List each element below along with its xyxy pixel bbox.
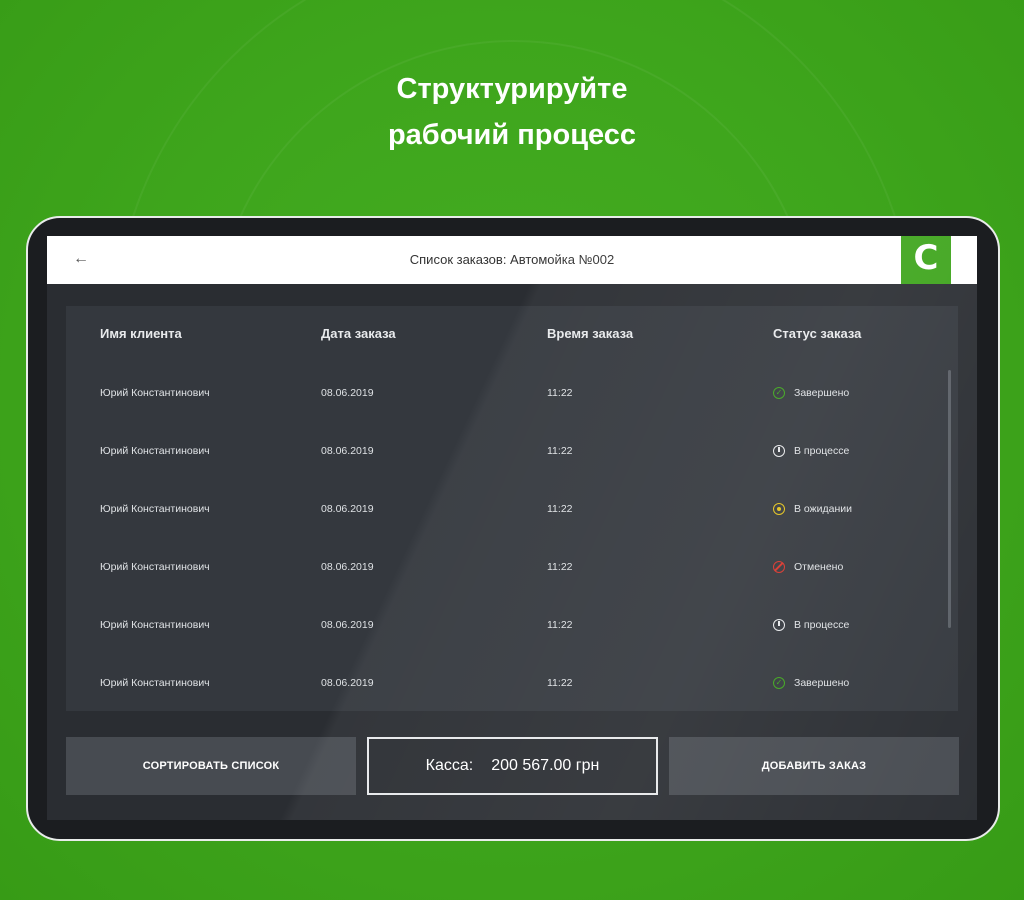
cell-client: Юрий Константинович: [100, 503, 210, 515]
cell-status: ✓ Завершено: [773, 654, 849, 712]
table-header: Имя клиента Дата заказа Время заказа Ста…: [66, 306, 958, 364]
cell-date: 08.06.2019: [321, 677, 374, 689]
cancel-circle-icon: [773, 561, 785, 573]
cell-client: Юрий Константинович: [100, 387, 210, 399]
cell-client: Юрий Константинович: [100, 677, 210, 689]
table-row[interactable]: Юрий Константинович 08.06.2019 11:22 ✓ З…: [66, 364, 946, 422]
logo-icon: C: [913, 238, 939, 278]
cell-status: В процессе: [773, 596, 849, 654]
status-label: Отменено: [794, 561, 844, 573]
table-row[interactable]: Юрий Константинович 08.06.2019 11:22 Отм…: [66, 538, 946, 596]
sort-list-button[interactable]: СОРТИРОВАТЬ СПИСОК: [66, 737, 356, 795]
promo-headline: Структурируйте рабочий процесс: [0, 66, 1024, 158]
table-scrollbar[interactable]: [948, 370, 951, 628]
cell-date: 08.06.2019: [321, 387, 374, 399]
cell-time: 11:22: [547, 619, 573, 631]
app-screen: ← Список заказов: Автомойка №002 C Имя к…: [47, 236, 977, 820]
status-label: Завершено: [794, 677, 850, 689]
brand-logo: C: [901, 236, 951, 284]
cash-display: Касса: 200 567.00 грн: [367, 737, 658, 795]
status-label: В ожидании: [794, 503, 853, 515]
check-circle-icon: ✓: [773, 387, 785, 399]
cell-time: 11:22: [547, 445, 573, 457]
table-row[interactable]: Юрий Константинович 08.06.2019 11:22 В п…: [66, 596, 946, 654]
column-header-client[interactable]: Имя клиента: [100, 326, 182, 341]
table-row[interactable]: Юрий Константинович 08.06.2019 11:22 В п…: [66, 422, 946, 480]
column-header-date[interactable]: Дата заказа: [321, 326, 396, 341]
cell-time: 11:22: [547, 387, 573, 399]
status-label: Завершено: [794, 387, 850, 399]
cell-client: Юрий Константинович: [100, 445, 210, 457]
table-row[interactable]: Юрий Константинович 08.06.2019 11:22 В о…: [66, 480, 946, 538]
cell-status: В ожидании: [773, 480, 852, 538]
cell-date: 08.06.2019: [321, 561, 374, 573]
column-header-time[interactable]: Время заказа: [547, 326, 633, 341]
orders-table: Имя клиента Дата заказа Время заказа Ста…: [66, 306, 958, 711]
status-label: В процессе: [794, 619, 850, 631]
table-row[interactable]: Юрий Константинович 08.06.2019 11:22 ✓ З…: [66, 654, 946, 712]
check-circle-icon: ✓: [773, 677, 785, 689]
cell-status: В процессе: [773, 422, 849, 480]
column-header-status[interactable]: Статус заказа: [773, 326, 861, 341]
cell-date: 08.06.2019: [321, 445, 374, 457]
status-label: В процессе: [794, 445, 850, 457]
cell-client: Юрий Константинович: [100, 561, 210, 573]
cell-date: 08.06.2019: [321, 503, 374, 515]
headline-line-2: рабочий процесс: [387, 119, 637, 151]
cell-date: 08.06.2019: [321, 619, 374, 631]
cash-value: 200 567.00 грн: [491, 757, 600, 774]
cell-time: 11:22: [547, 561, 573, 573]
cell-client: Юрий Константинович: [100, 619, 210, 631]
headline-line-1: Структурируйте: [396, 73, 628, 105]
pause-circle-icon: [773, 503, 785, 515]
cell-status: Отменено: [773, 538, 843, 596]
power-icon: [773, 445, 785, 457]
cell-time: 11:22: [547, 677, 573, 689]
cell-time: 11:22: [547, 503, 573, 515]
add-order-button[interactable]: ДОБАВИТЬ ЗАКАЗ: [669, 737, 959, 795]
power-icon: [773, 619, 785, 631]
cash-label: Касса:: [425, 757, 474, 774]
page-title: Список заказов: Автомойка №002: [409, 252, 615, 267]
cell-status: ✓ Завершено: [773, 364, 849, 422]
app-header: ← Список заказов: Автомойка №002 C: [47, 236, 977, 284]
